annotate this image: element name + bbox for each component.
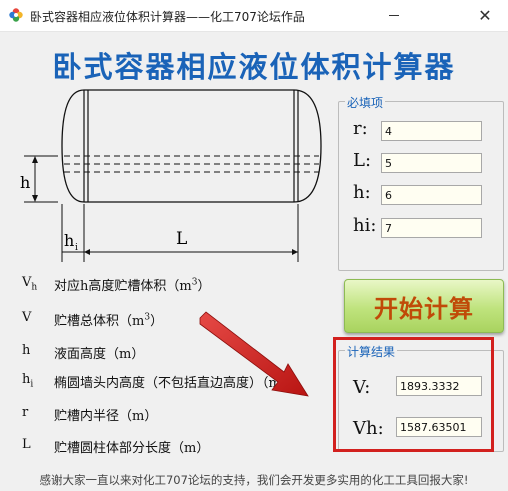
close-icon: ✕	[478, 6, 492, 25]
legend-description: 贮槽圆柱体部分长度（m）	[54, 441, 210, 456]
horizontal-tank-diagram: h h i L	[20, 89, 322, 262]
h-arrow-up	[32, 156, 38, 163]
h-label: h	[20, 173, 30, 192]
tank-outline	[61, 89, 322, 203]
h-arrow-down	[32, 195, 38, 202]
legend-symbol: hi	[22, 372, 34, 390]
title-bar[interactable]: 卧式容器相应液位体积计算器——化工707论坛作品 ✕	[0, 0, 508, 32]
L-arrow-left	[84, 249, 90, 255]
page-title: 卧式容器相应液位体积计算器	[52, 50, 456, 84]
L-arrow-right	[292, 249, 298, 255]
minimize-icon	[389, 15, 399, 16]
app-flower-icon	[9, 8, 23, 22]
legend-symbol: h	[22, 343, 31, 358]
r-label: r:	[353, 118, 368, 139]
footer-message: 感谢大家一直以来对化工707论坛的支持，我们会开发更多实用的化工工具回报大家!	[39, 473, 469, 487]
L-label: L	[176, 229, 187, 249]
r-input[interactable]	[381, 121, 482, 141]
h-label: h:	[353, 182, 371, 203]
required-fields-group: 必填项 r: L: h: hi:	[338, 94, 504, 271]
close-button[interactable]: ✕	[462, 0, 508, 31]
legend-symbol: r	[22, 405, 29, 420]
results-highlight-box	[333, 337, 494, 452]
start-calculation-button[interactable]: 开始计算	[344, 279, 504, 333]
hi-label: hi:	[353, 215, 377, 236]
legend-description: 液面高度（m）	[54, 347, 145, 362]
legend-description: 贮槽总体积（m3）	[54, 312, 164, 329]
legend-symbol: V	[22, 310, 32, 325]
legend-symbol: Vh	[22, 275, 38, 293]
minimize-button[interactable]	[371, 0, 417, 31]
required-group-title: 必填项	[345, 94, 386, 111]
window-title: 卧式容器相应液位体积计算器——化工707论坛作品	[30, 10, 305, 24]
legend-description: 贮槽内半径（m）	[54, 409, 158, 424]
legend-description: 对应h高度贮槽体积（m3）	[54, 277, 211, 294]
hi-input[interactable]	[381, 218, 482, 238]
hi-subscript: i	[75, 243, 78, 253]
L-label: L:	[353, 150, 372, 171]
hi-label: h	[64, 231, 74, 250]
legend-symbol: L	[22, 437, 31, 452]
L-input[interactable]	[381, 153, 482, 173]
h-input[interactable]	[381, 185, 482, 205]
red-arrow-icon	[199, 311, 309, 397]
